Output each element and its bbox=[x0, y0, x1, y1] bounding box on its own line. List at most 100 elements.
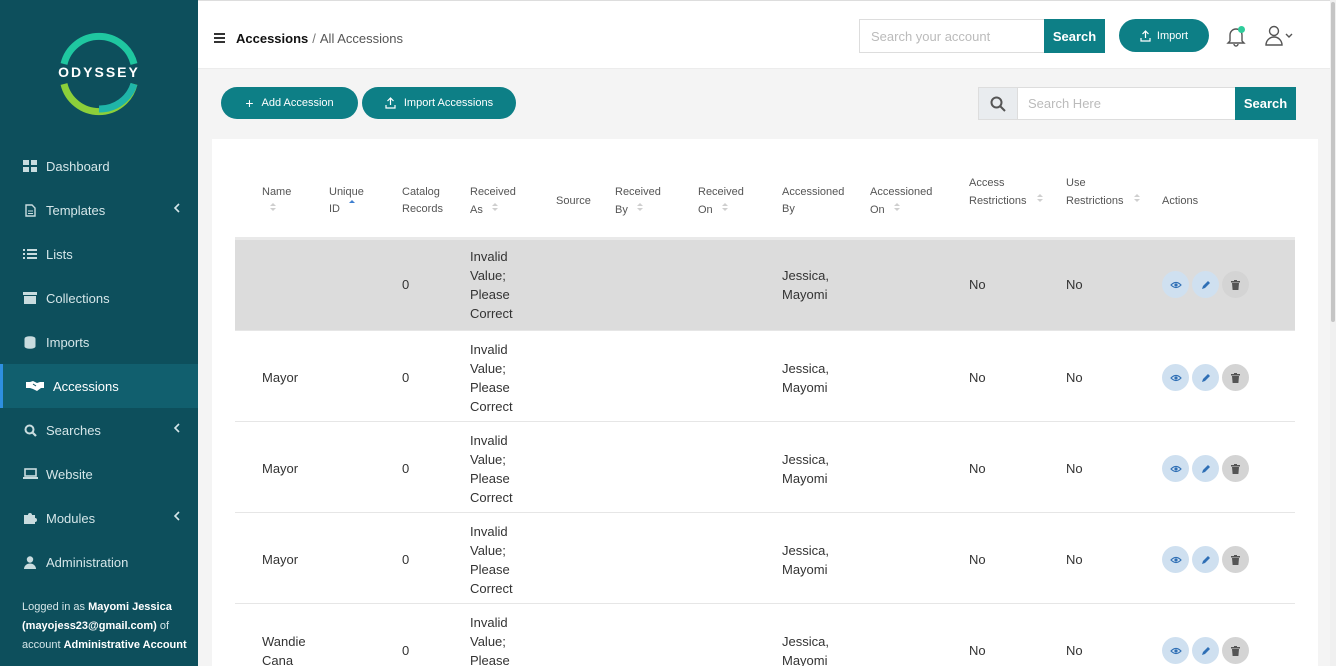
chevron-left-icon[interactable] bbox=[173, 511, 180, 524]
table-search-input[interactable] bbox=[1018, 87, 1235, 120]
column-header-use-restrictions[interactable]: Use Restrictions bbox=[1066, 175, 1141, 210]
login-account-prefix: account bbox=[22, 639, 61, 651]
cell-received-as: Please bbox=[470, 471, 510, 486]
column-header-name[interactable]: Name bbox=[262, 184, 291, 219]
account-search-input[interactable] bbox=[859, 19, 1045, 53]
table-row[interactable] bbox=[235, 421, 1295, 512]
column-header-received-on[interactable]: Received On bbox=[698, 184, 744, 219]
column-header-received-as[interactable]: Received As bbox=[470, 184, 516, 219]
account-search-button[interactable]: Search bbox=[1044, 19, 1105, 53]
trash-icon[interactable] bbox=[1222, 364, 1249, 391]
cell-name: Mayor bbox=[262, 552, 299, 567]
view-icon[interactable] bbox=[1162, 271, 1189, 298]
column-header-line1: Catalog bbox=[402, 186, 440, 198]
user-menu-icon[interactable] bbox=[1265, 25, 1295, 47]
cell-received-as: Value; bbox=[470, 543, 506, 558]
column-header-line1: Received bbox=[615, 186, 661, 198]
add-accession-button[interactable]: + Add Accession bbox=[221, 87, 358, 119]
sidebar-item-label: Collections bbox=[46, 290, 110, 306]
edit-pencil-icon[interactable] bbox=[1192, 271, 1219, 298]
edit-pencil-icon[interactable] bbox=[1192, 364, 1219, 391]
top-import-button[interactable]: Import bbox=[1119, 19, 1209, 52]
cell-use-restrictions: No bbox=[1066, 461, 1083, 476]
trash-icon[interactable] bbox=[1222, 637, 1249, 664]
cell-access-restrictions: No bbox=[969, 643, 986, 658]
view-icon[interactable] bbox=[1162, 455, 1189, 482]
cell-accessioned-by: Mayomi bbox=[782, 653, 828, 666]
sort-icon[interactable] bbox=[491, 201, 499, 219]
sort-icon[interactable] bbox=[721, 201, 729, 219]
view-icon[interactable] bbox=[1162, 364, 1189, 391]
column-header-line1: Name bbox=[262, 186, 292, 198]
sidebar-item-imports[interactable]: Imports bbox=[0, 320, 198, 364]
cell-received-as: Please bbox=[470, 562, 510, 577]
sidebar-item-administration[interactable]: Administration bbox=[0, 540, 198, 584]
column-header-line1: Accessioned bbox=[870, 186, 933, 198]
page-scrollbar[interactable] bbox=[1330, 0, 1336, 666]
notification-dot bbox=[1238, 26, 1245, 33]
import-accessions-button[interactable]: Import Accessions bbox=[362, 87, 516, 119]
column-header-access-restrictions[interactable]: Access Restrictions bbox=[969, 175, 1044, 210]
sidebar-item-website[interactable]: Website bbox=[0, 452, 198, 496]
cell-accessioned-by: Mayomi bbox=[782, 471, 828, 486]
cell-use-restrictions: No bbox=[1066, 552, 1083, 567]
table-row[interactable] bbox=[235, 512, 1295, 603]
edit-pencil-icon[interactable] bbox=[1192, 637, 1219, 664]
breadcrumb-separator: / bbox=[312, 31, 316, 46]
cell-received-as: Invalid bbox=[470, 342, 508, 357]
column-header-accessioned-by: Accessioned By bbox=[782, 184, 844, 218]
trash-icon[interactable] bbox=[1222, 455, 1249, 482]
sidebar: ODYSSEY Dashboard Templates Lists Collectio… bbox=[0, 0, 198, 666]
table-row[interactable] bbox=[235, 330, 1295, 421]
sidebar-item-dashboard[interactable]: Dashboard bbox=[0, 144, 198, 188]
cell-name: Wandie Cana bbox=[262, 634, 306, 666]
chevron-left-icon[interactable] bbox=[173, 423, 180, 436]
column-header-line2: By bbox=[782, 203, 795, 215]
column-header-accessioned-on[interactable]: Accessioned On bbox=[870, 184, 932, 219]
sidebar-item-label: Website bbox=[46, 466, 93, 482]
cell-catalog-records: 0 bbox=[402, 461, 410, 476]
cell-received-as: Value; bbox=[470, 634, 506, 649]
breadcrumb-root[interactable]: Accessions bbox=[236, 31, 308, 46]
sort-icon[interactable] bbox=[1036, 192, 1044, 210]
chevron-left-icon[interactable] bbox=[173, 203, 180, 216]
cell-received-as: Correct bbox=[470, 490, 513, 505]
cell-use-restrictions: No bbox=[1066, 277, 1083, 292]
odyssey-logo[interactable]: ODYSSEY bbox=[54, 28, 144, 118]
table-row[interactable] bbox=[235, 237, 1295, 331]
sidebar-item-label: Modules bbox=[46, 510, 96, 526]
column-header-unique-id[interactable]: Unique ID bbox=[329, 184, 364, 218]
table-search-button[interactable]: Search bbox=[1235, 87, 1296, 120]
edit-pencil-icon[interactable] bbox=[1192, 455, 1219, 482]
sidebar-item-collections[interactable]: Collections bbox=[0, 276, 198, 320]
hamburger-menu-icon[interactable] bbox=[214, 33, 225, 43]
cell-accessioned-by: Mayomi bbox=[782, 562, 828, 577]
login-prefix: Logged in as bbox=[22, 601, 85, 613]
sidebar-item-lists[interactable]: Lists bbox=[0, 232, 198, 276]
sidebar-item-accessions[interactable]: Accessions bbox=[0, 364, 198, 408]
scrollbar-thumb[interactable] bbox=[1331, 2, 1335, 322]
sidebar-item-searches[interactable]: Searches bbox=[0, 408, 198, 452]
column-header-line1: Unique bbox=[329, 186, 364, 198]
trash-icon[interactable] bbox=[1222, 546, 1249, 573]
plus-icon: + bbox=[245, 95, 254, 111]
sidebar-item-modules[interactable]: Modules bbox=[0, 496, 198, 540]
edit-pencil-icon[interactable] bbox=[1192, 546, 1219, 573]
view-icon[interactable] bbox=[1162, 546, 1189, 573]
column-header-line2: Records bbox=[402, 203, 443, 215]
column-header-actions: Actions bbox=[1162, 193, 1198, 210]
trash-icon[interactable] bbox=[1222, 271, 1249, 298]
cell-received-as: Invalid bbox=[470, 433, 508, 448]
table-row[interactable] bbox=[235, 603, 1295, 666]
view-icon[interactable] bbox=[1162, 637, 1189, 664]
sort-icon[interactable] bbox=[636, 201, 644, 219]
sort-icon[interactable] bbox=[1133, 192, 1141, 210]
sidebar-item-label: Searches bbox=[46, 422, 101, 438]
column-header-received-by[interactable]: Received By bbox=[615, 184, 661, 219]
cell-received-as: Invalid bbox=[470, 524, 508, 539]
sidebar-item-templates[interactable]: Templates bbox=[0, 188, 198, 232]
sidebar-item-label: Imports bbox=[46, 334, 90, 350]
sort-icon[interactable] bbox=[893, 201, 901, 219]
sort-ascending-icon[interactable] bbox=[348, 198, 356, 215]
sort-icon[interactable] bbox=[269, 201, 277, 219]
